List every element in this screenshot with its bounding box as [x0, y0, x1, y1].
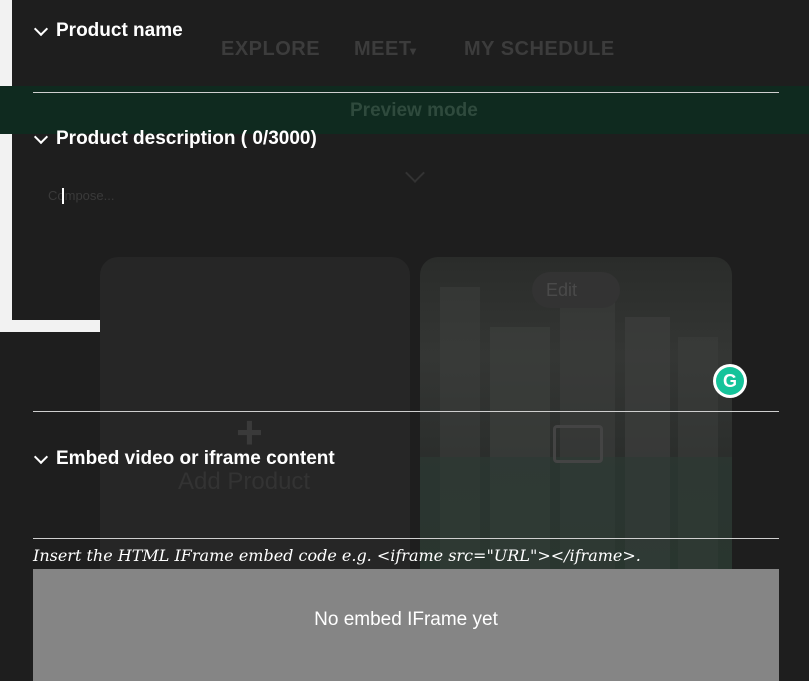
grammarly-button[interactable]: G [713, 364, 747, 398]
video-icon [553, 425, 603, 463]
nav-my-schedule: MY SCHEDULE [464, 38, 615, 60]
embed-input-line[interactable] [33, 538, 779, 539]
text-cursor[interactable] [62, 188, 64, 204]
embed-header[interactable]: Embed video or iframe content [33, 448, 335, 470]
divider [33, 411, 779, 412]
preview-banner-text: Preview mode [350, 100, 478, 121]
embed-preview-text: No embed IFrame yet [314, 609, 498, 630]
nav-explore: EXPLORE [221, 38, 321, 60]
chevron-down-icon: ▾ [410, 44, 417, 58]
divider [33, 92, 779, 93]
product-description-title: Product description ( 0/3000) [56, 128, 317, 149]
preview-banner: Preview mode [0, 86, 809, 134]
edit-button: Edit [532, 272, 620, 308]
embed-title: Embed video or iframe content [56, 448, 335, 469]
background-nav: EXPLORE MEET ▾ MY SCHEDULE [0, 38, 809, 68]
compose-placeholder: Compose... [48, 188, 115, 203]
product-name-header[interactable]: Product name [33, 20, 183, 42]
product-description-header[interactable]: Product description ( 0/3000) [33, 128, 317, 150]
product-name-title: Product name [56, 20, 183, 41]
embed-preview: No embed IFrame yet [33, 569, 779, 681]
chevron-down-icon [33, 21, 49, 37]
grammarly-icon: G [716, 367, 744, 395]
embed-instruction: Insert the HTML IFrame embed code e.g. <… [33, 546, 641, 565]
edit-label: Edit [546, 280, 578, 300]
add-product-label: Add Product [178, 468, 311, 495]
chevron-down-icon [33, 449, 49, 465]
chevron-down-icon [33, 129, 49, 145]
nav-meet: MEET [354, 38, 412, 60]
